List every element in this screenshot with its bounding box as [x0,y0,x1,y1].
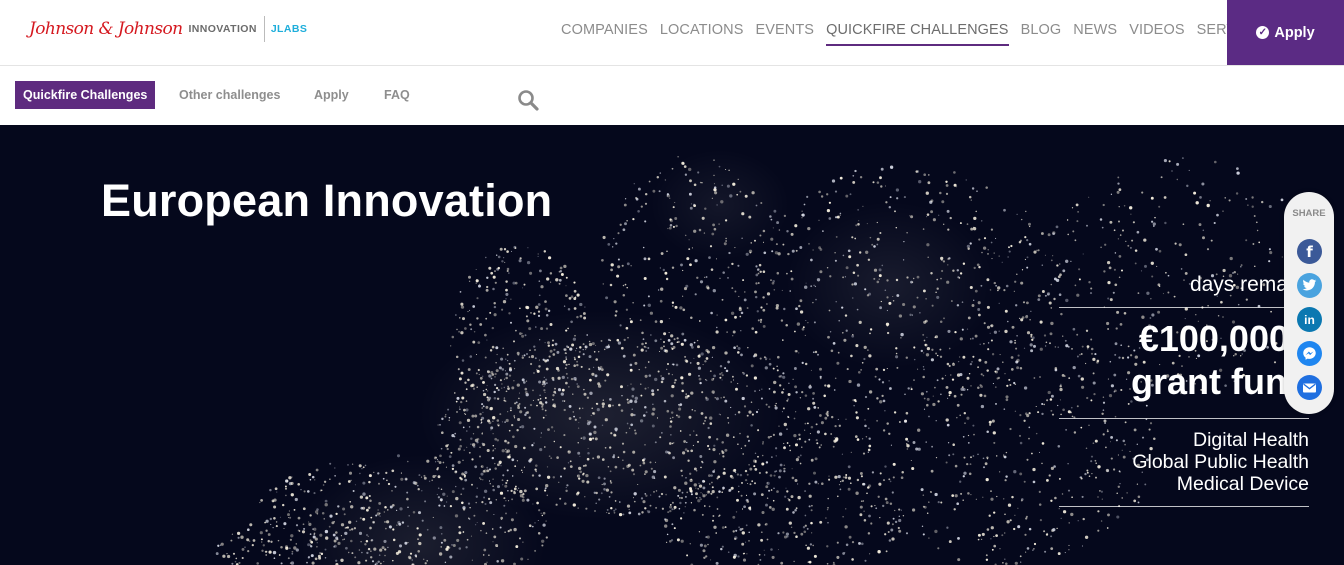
grant-amount: €100,000 i grant fund [1131,317,1309,403]
stats-divider [1059,307,1309,308]
check-circle-icon: ✓ [1256,26,1270,39]
category-item: Global Public Health [1132,451,1309,473]
search-icon[interactable] [517,89,539,111]
linkedin-icon[interactable]: in [1297,307,1322,332]
category-item: Medical Device [1176,473,1309,495]
logo-script-text: Johnson & Johnson [29,19,183,39]
challenge-categories: Digital Health Global Public Health Medi… [1132,429,1309,495]
main-nav: COMPANIES LOCATIONS EVENTS QUICKFIRE CHA… [561,22,1227,46]
logo-divider [263,16,265,42]
hero-banner: European Innovation 1 days remaini €100,… [0,125,1344,565]
nav-events[interactable]: EVENTS [755,22,814,46]
subnav-quickfire-challenges[interactable]: Quickfire Challenges [15,81,156,109]
twitter-icon[interactable] [1297,273,1322,298]
nav-locations[interactable]: LOCATIONS [660,22,744,46]
hero-title: European Innovation [101,175,553,226]
nav-videos[interactable]: VIDEOS [1129,22,1184,46]
subnav-faq[interactable]: FAQ [384,88,410,102]
category-item: Digital Health [1193,429,1309,451]
jnj-innovation-logo[interactable]: Johnson & Johnson INNOVATION JLABS [29,16,307,42]
nav-companies[interactable]: COMPANIES [561,22,648,46]
messenger-icon[interactable] [1297,341,1322,366]
site-header: Johnson & Johnson INNOVATION JLABS COMPA… [0,0,1344,66]
subnav-other-challenges[interactable]: Other challenges [179,88,280,102]
grant-amount-line2: grant fund [1131,361,1309,402]
facebook-icon[interactable]: f [1297,239,1322,264]
apply-button-label: Apply [1274,24,1315,41]
share-label: SHARE [1292,208,1326,219]
subnav-apply[interactable]: Apply [314,88,349,102]
nav-blog[interactable]: BLOG [1021,22,1062,46]
logo-innovation-text: INNOVATION [188,23,257,35]
grant-amount-line1: €100,000 i [1138,318,1309,359]
logo-jlabs-text: JLABS [270,23,308,35]
nav-services[interactable]: SERVICES [1197,22,1227,46]
nav-quickfire-challenges[interactable]: QUICKFIRE CHALLENGES [826,22,1009,46]
email-icon[interactable] [1297,375,1322,400]
sub-nav: Quickfire Challenges Other challenges Ap… [0,66,1344,125]
share-bar: SHARE f in [1284,192,1334,414]
apply-button[interactable]: ✓ Apply [1227,0,1344,65]
nav-news[interactable]: NEWS [1073,22,1117,46]
stats-divider [1059,418,1309,419]
stats-divider [1059,506,1309,507]
